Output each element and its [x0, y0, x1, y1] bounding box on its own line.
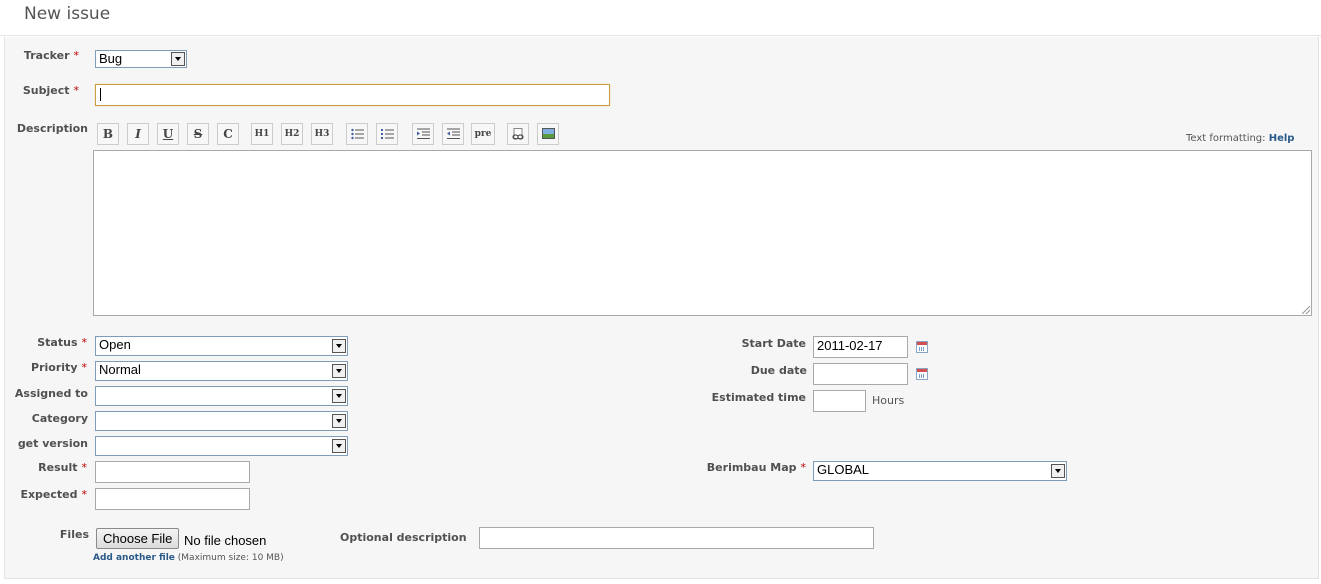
subject-input[interactable] — [95, 84, 610, 106]
target-version-select[interactable] — [95, 436, 348, 456]
ordered-list-icon — [381, 129, 394, 139]
due-date-input[interactable] — [813, 363, 908, 385]
files-label: Files — [59, 528, 89, 541]
chevron-down-icon — [332, 414, 346, 428]
text-formatting-help: Text formatting: Help — [1186, 133, 1294, 144]
required-marker: * — [800, 461, 807, 474]
code-button[interactable]: C — [217, 123, 239, 145]
add-file-row: Add another file (Maximum size: 10 MB) — [93, 553, 284, 563]
hours-unit: Hours — [872, 394, 905, 407]
no-file-chosen-text: No file chosen — [184, 533, 267, 548]
link-icon — [512, 128, 524, 140]
required-marker: * — [73, 84, 80, 97]
page-title: New issue — [24, 4, 111, 24]
required-marker: * — [81, 336, 88, 349]
priority-select[interactable]: Normal — [95, 361, 348, 381]
description-label: Description — [16, 122, 88, 135]
chevron-down-icon — [332, 389, 346, 403]
calendar-icon[interactable] — [916, 368, 928, 380]
chevron-down-icon — [171, 52, 185, 66]
result-label: Result * — [38, 461, 87, 474]
optional-description-label: Optional description — [340, 531, 467, 544]
result-input[interactable] — [95, 461, 250, 483]
calendar-icon[interactable] — [916, 341, 928, 353]
required-marker: * — [73, 49, 80, 62]
status-label: Status * — [37, 336, 87, 349]
ordered-list-button[interactable] — [376, 123, 398, 145]
chevron-down-icon — [332, 339, 346, 353]
required-marker: * — [81, 461, 88, 474]
pre-button[interactable]: pre — [471, 123, 495, 145]
image-button[interactable] — [537, 123, 559, 145]
assigned-to-label: Assigned to — [14, 387, 88, 400]
add-another-file-link[interactable]: Add another file — [93, 553, 175, 563]
max-size-note: (Maximum size: 10 MB) — [177, 553, 284, 563]
required-marker: * — [81, 488, 88, 501]
category-select[interactable] — [95, 411, 348, 431]
choose-file-button[interactable]: Choose File — [96, 528, 180, 549]
estimated-time-label: Estimated time — [711, 391, 806, 404]
resize-grip-icon[interactable] — [1302, 306, 1310, 314]
required-marker: * — [81, 361, 88, 374]
heading3-button[interactable]: H3 — [311, 123, 333, 145]
image-icon — [542, 128, 555, 139]
category-label: Category — [31, 412, 88, 425]
description-textarea[interactable] — [93, 150, 1312, 316]
subject-label: Subject * — [22, 84, 80, 97]
due-date-label: Due date — [750, 364, 807, 377]
priority-label: Priority * — [31, 361, 87, 374]
unordered-list-button[interactable] — [346, 123, 368, 145]
strikethrough-button[interactable]: S — [187, 123, 209, 145]
chevron-down-icon — [1051, 464, 1065, 478]
estimated-time-input[interactable] — [813, 390, 866, 412]
expected-input[interactable] — [95, 488, 250, 510]
bold-button[interactable]: B — [97, 123, 119, 145]
help-link[interactable]: Help — [1269, 133, 1295, 144]
indent-icon — [417, 128, 430, 139]
underline-button[interactable]: U — [157, 123, 179, 145]
target-version-label: get version — [17, 437, 88, 450]
start-date-input[interactable]: 2011-02-17 — [813, 336, 908, 358]
optional-description-input[interactable] — [479, 527, 874, 549]
berimbau-map-select[interactable]: GLOBAL — [813, 461, 1067, 481]
assigned-to-select[interactable] — [95, 386, 348, 406]
status-select[interactable]: Open — [95, 336, 348, 356]
berimbau-map-label: Berimbau Map * — [706, 461, 807, 474]
heading1-button[interactable]: H1 — [251, 123, 273, 145]
chevron-down-icon — [332, 364, 346, 378]
tracker-label: Tracker * — [23, 49, 80, 62]
unordered-list-icon — [351, 128, 364, 140]
tracker-select[interactable]: Bug — [95, 50, 187, 68]
outdent-icon — [447, 128, 460, 139]
expected-label: Expected * — [20, 488, 87, 501]
start-date-label: Start Date — [741, 337, 806, 350]
chevron-down-icon — [332, 439, 346, 453]
indent-button[interactable] — [412, 123, 434, 145]
outdent-button[interactable] — [442, 123, 464, 145]
link-button[interactable] — [507, 123, 529, 145]
title-divider — [0, 35, 1321, 36]
italic-button[interactable]: I — [127, 123, 149, 145]
heading2-button[interactable]: H2 — [281, 123, 303, 145]
text-caret — [100, 88, 101, 101]
text-formatting-label: Text formatting: — [1186, 133, 1266, 144]
